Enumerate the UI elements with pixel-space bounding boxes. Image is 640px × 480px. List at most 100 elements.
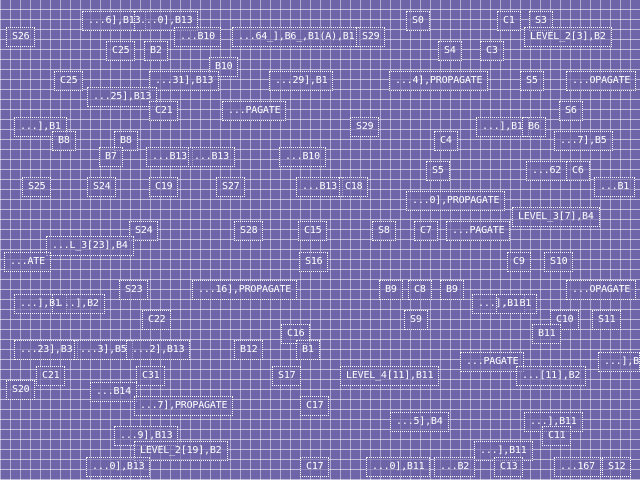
node-label: LEVEL_4[11],B11	[346, 370, 434, 381]
node-label: B8	[58, 135, 70, 146]
node-label: ...0],B13	[92, 461, 145, 472]
node-label: S17	[278, 370, 296, 381]
node-label: ...5],B4	[396, 416, 443, 427]
node-label: S6	[565, 105, 577, 116]
node-label: ...],B2	[58, 298, 99, 309]
node-label: ...],B1	[20, 298, 61, 309]
node-label: C25	[112, 45, 130, 56]
node-label: B10	[215, 61, 233, 72]
node-label: S24	[135, 225, 153, 236]
node-label: C16	[287, 328, 305, 339]
node-label: ...],B11	[530, 416, 577, 427]
node-label: C9	[513, 256, 525, 267]
node-label: C21	[155, 105, 173, 116]
node-label: ...62	[532, 165, 562, 176]
node-label: LEVEL_2[3],B2	[530, 31, 606, 42]
node-label: ...167	[560, 461, 595, 472]
node-label: C17	[306, 400, 324, 411]
node-label: ...B10	[285, 151, 320, 162]
node-label: ...31],B13	[155, 75, 214, 86]
node-label: ...B13	[302, 181, 337, 192]
node-label: ...25],B13	[93, 91, 152, 102]
node-label: C17	[306, 461, 324, 472]
node-label: ...7],PROPAGATE	[140, 400, 228, 411]
node-label: C13	[500, 461, 518, 472]
node-label: ...7],B5	[560, 135, 607, 146]
node-label: B6	[528, 121, 540, 132]
node-label: C7	[420, 225, 432, 236]
node-label: C3	[486, 45, 498, 56]
node-label: S4	[444, 45, 456, 56]
node-label: ...ATE	[10, 256, 45, 267]
node-label: ...L_3[23],B4	[52, 240, 128, 251]
node-label: ...B13	[152, 151, 187, 162]
node-label: C8	[414, 284, 426, 295]
node-label: ...B1	[502, 298, 532, 309]
node-label: C22	[148, 314, 166, 325]
node-label: B7	[105, 151, 117, 162]
node-label: S29	[356, 121, 374, 132]
node-label: ...0],B11	[372, 461, 425, 472]
node-label: LEVEL_2[19],B2	[140, 445, 222, 456]
node-label: S23	[125, 284, 143, 295]
node-label: ...B10	[180, 31, 215, 42]
node-label: ...B13	[194, 151, 229, 162]
node-label: ...16],PROPAGATE	[198, 284, 292, 295]
node-label: ...OPAGATE	[572, 75, 631, 86]
node-label: S10	[550, 256, 568, 267]
node-label: B8	[120, 135, 132, 146]
node-label: C11	[548, 430, 566, 441]
node-label: C1	[503, 15, 515, 26]
node-label: S28	[240, 225, 258, 236]
node-label: ...2],B13	[132, 344, 185, 355]
node-label: LEVEL_3[7],B4	[518, 211, 594, 222]
node-label: ...29],B1	[275, 75, 328, 86]
layout-canvas: S26 ...6],B13 ...0],B13 S0 C1 S3 C25 B2 …	[0, 0, 640, 480]
node-label: B12	[240, 344, 258, 355]
node-label: S9	[410, 314, 422, 325]
node-label: S12	[608, 461, 626, 472]
node-label: ...],B1	[604, 356, 640, 367]
node-label: C31	[142, 370, 160, 381]
node-label: B2	[150, 45, 162, 56]
node-label: S20	[12, 384, 30, 395]
node-label: B11	[538, 328, 556, 339]
node-label: B1	[302, 344, 314, 355]
node-label: ...B14	[96, 386, 131, 397]
node-label: ...3],B5	[80, 344, 127, 355]
node-label: S0	[412, 15, 424, 26]
node-label: S8	[378, 225, 390, 236]
node-label: S11	[598, 314, 616, 325]
node-label: C21	[42, 370, 60, 381]
node-label: ...],B1	[482, 121, 523, 132]
node-label: ...0],PROPAGATE	[412, 195, 500, 206]
node-label: S3	[535, 15, 547, 26]
node-label: B9	[385, 284, 397, 295]
node-label: ...23],B3	[20, 344, 73, 355]
node-label: ...PAGATE	[466, 356, 519, 367]
node-label: S24	[93, 181, 111, 192]
node-label: ...9],B13	[120, 430, 173, 441]
node-label: ...4],PROPAGATE	[395, 75, 483, 86]
node-label: ...B1	[600, 181, 630, 192]
node-label: ...],B11	[480, 445, 527, 456]
node-label: S5	[526, 75, 538, 86]
node-label: ...6],B13	[88, 15, 141, 26]
node-label: C25	[60, 75, 78, 86]
node-label: B9	[446, 284, 458, 295]
node-label: C19	[155, 181, 173, 192]
node-label: S29	[362, 31, 380, 42]
node-label: C4	[440, 135, 452, 146]
node-label: ...[11],B2	[522, 370, 581, 381]
node-label: ...PAGATE	[452, 225, 505, 236]
node-label: ...64_],B6_,B1(A),B1	[238, 31, 355, 42]
node-label: C10	[556, 314, 574, 325]
node-label: C18	[345, 181, 363, 192]
node-label: ...0],B13	[140, 15, 193, 26]
node-label: S5	[432, 165, 444, 176]
node-label: ...],B1	[20, 121, 61, 132]
node-label: C6	[572, 165, 584, 176]
node-label: C15	[304, 225, 322, 236]
node-label: ...PAGATE	[228, 105, 281, 116]
node-label: S27	[222, 181, 240, 192]
